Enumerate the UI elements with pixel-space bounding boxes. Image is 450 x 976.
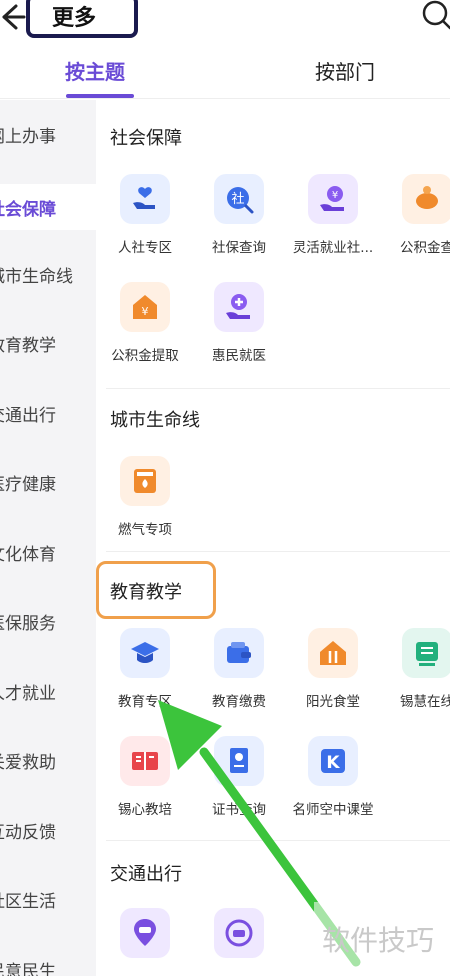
hand-heart-icon <box>120 174 170 224</box>
service-tile[interactable]: ¥ 公积金提取 <box>98 282 198 377</box>
service-tile[interactable] <box>192 908 292 976</box>
sidebar-item-social-security[interactable]: 社会保障 <box>0 184 96 230</box>
tab-bar: 按主题 按部门 <box>0 50 450 102</box>
section-divider <box>106 840 450 841</box>
section-title-city-lifeline: 城市生命线 <box>110 410 200 431</box>
tile-label: 阳光食堂 <box>306 694 360 710</box>
tab-by-department[interactable]: 按部门 <box>315 56 375 85</box>
sidebar-item-feedback[interactable]: 互动反馈 <box>0 810 96 850</box>
service-tile[interactable] <box>98 908 198 976</box>
car-location-icon <box>120 908 170 958</box>
hand-medical-icon <box>214 282 264 332</box>
service-tile[interactable]: 燃气专项 <box>98 456 198 551</box>
house-fork-icon <box>308 628 358 678</box>
service-tile[interactable]: 阳光食堂 <box>286 628 386 723</box>
sidebar-item-care-assistance[interactable]: 关爱救助 <box>0 740 96 780</box>
svg-text:¥: ¥ <box>142 305 149 318</box>
service-tile[interactable]: ¥ 灵活就业社... <box>286 174 386 269</box>
service-tile[interactable]: 证书查询 <box>192 736 292 831</box>
svg-text:¥: ¥ <box>332 190 338 201</box>
service-tile[interactable]: 教育专区 <box>98 628 198 723</box>
service-tile[interactable]: 锡慧在线 <box>380 628 450 723</box>
section-title-traffic: 交通出行 <box>110 864 182 885</box>
social-security-search-icon: 社 <box>214 174 264 224</box>
svg-text:K: K <box>326 753 340 773</box>
sidebar-item-community-life[interactable]: 社区生活 <box>0 879 96 919</box>
graduation-cap-icon <box>120 628 170 678</box>
k-logo-icon: K <box>308 736 358 786</box>
sidebar-item-traffic[interactable]: 交通出行 <box>0 393 96 433</box>
sidebar: 网上办事 社会保障 城市生命线 教育教学 交通出行 医疗健康 文化体育 医保服务… <box>0 100 96 976</box>
tile-label: 名师空中课堂 <box>292 802 374 818</box>
service-tile[interactable]: 公积金查 <box>380 174 450 269</box>
tile-label: 公积金提取 <box>111 348 179 364</box>
tile-label: 锡心教培 <box>118 802 172 818</box>
sidebar-item-health[interactable]: 医疗健康 <box>0 462 96 502</box>
sidebar-item-education[interactable]: 教育教学 <box>0 323 96 363</box>
service-tile[interactable]: 社 社保查询 <box>192 174 292 269</box>
page-title: 更多 <box>26 0 138 38</box>
section-title-education: 教育教学 <box>110 582 182 603</box>
car-refresh-icon <box>214 908 264 958</box>
back-arrow-icon[interactable] <box>0 0 28 34</box>
section-divider <box>106 388 450 389</box>
svg-text:社: 社 <box>231 191 244 207</box>
service-tile[interactable]: 惠民就医 <box>192 282 292 377</box>
service-tile[interactable]: 人社专区 <box>98 174 198 269</box>
tab-by-topic[interactable]: 按主题 <box>65 56 125 85</box>
section-title-social-security: 社会保障 <box>110 128 182 149</box>
sidebar-item-talent-employment[interactable]: 人才就业 <box>0 671 96 711</box>
sidebar-item-culture-sports[interactable]: 文化体育 <box>0 532 96 572</box>
tile-label: 教育专区 <box>118 694 172 710</box>
sidebar-item-medical-insurance[interactable]: 医保服务 <box>0 601 96 641</box>
sidebar-item-city-lifeline[interactable]: 城市生命线 <box>0 254 96 294</box>
service-tile[interactable]: 教育缴费 <box>192 628 292 723</box>
section-divider <box>106 551 450 552</box>
wallet-icon <box>214 628 264 678</box>
certificate-icon <box>214 736 264 786</box>
tile-label: 锡慧在线 <box>400 694 450 710</box>
tile-label: 公积金查 <box>400 240 450 256</box>
tile-label: 社保查询 <box>212 240 266 256</box>
header: 更多 <box>0 0 450 46</box>
screen-icon <box>402 628 450 678</box>
sidebar-item-public-opinion[interactable]: 民意民生 <box>0 949 96 976</box>
tile-label: 证书查询 <box>212 802 266 818</box>
piggy-bank-icon <box>402 174 450 224</box>
search-icon[interactable] <box>418 0 450 30</box>
sidebar-item-online-services[interactable]: 网上办事 <box>0 114 96 154</box>
watermark: 软件技巧 <box>314 902 450 976</box>
tile-label: 人社专区 <box>118 240 172 256</box>
house-money-icon: ¥ <box>120 282 170 332</box>
main-content: 社会保障 人社专区 社 社保查询 ¥ 灵活就业社... 公积金查 ¥ 公积金提取… <box>96 100 450 976</box>
tile-label: 灵活就业社... <box>292 240 374 256</box>
book-icon <box>120 736 170 786</box>
tile-label: 惠民就医 <box>212 348 266 364</box>
hand-money-icon: ¥ <box>308 174 358 224</box>
service-tile[interactable]: K 名师空中课堂 <box>286 736 386 831</box>
tile-label: 教育缴费 <box>212 694 266 710</box>
header-divider <box>0 98 450 99</box>
gas-stove-icon <box>120 456 170 506</box>
service-tile[interactable]: 锡心教培 <box>98 736 198 831</box>
tile-label: 燃气专项 <box>118 522 172 538</box>
